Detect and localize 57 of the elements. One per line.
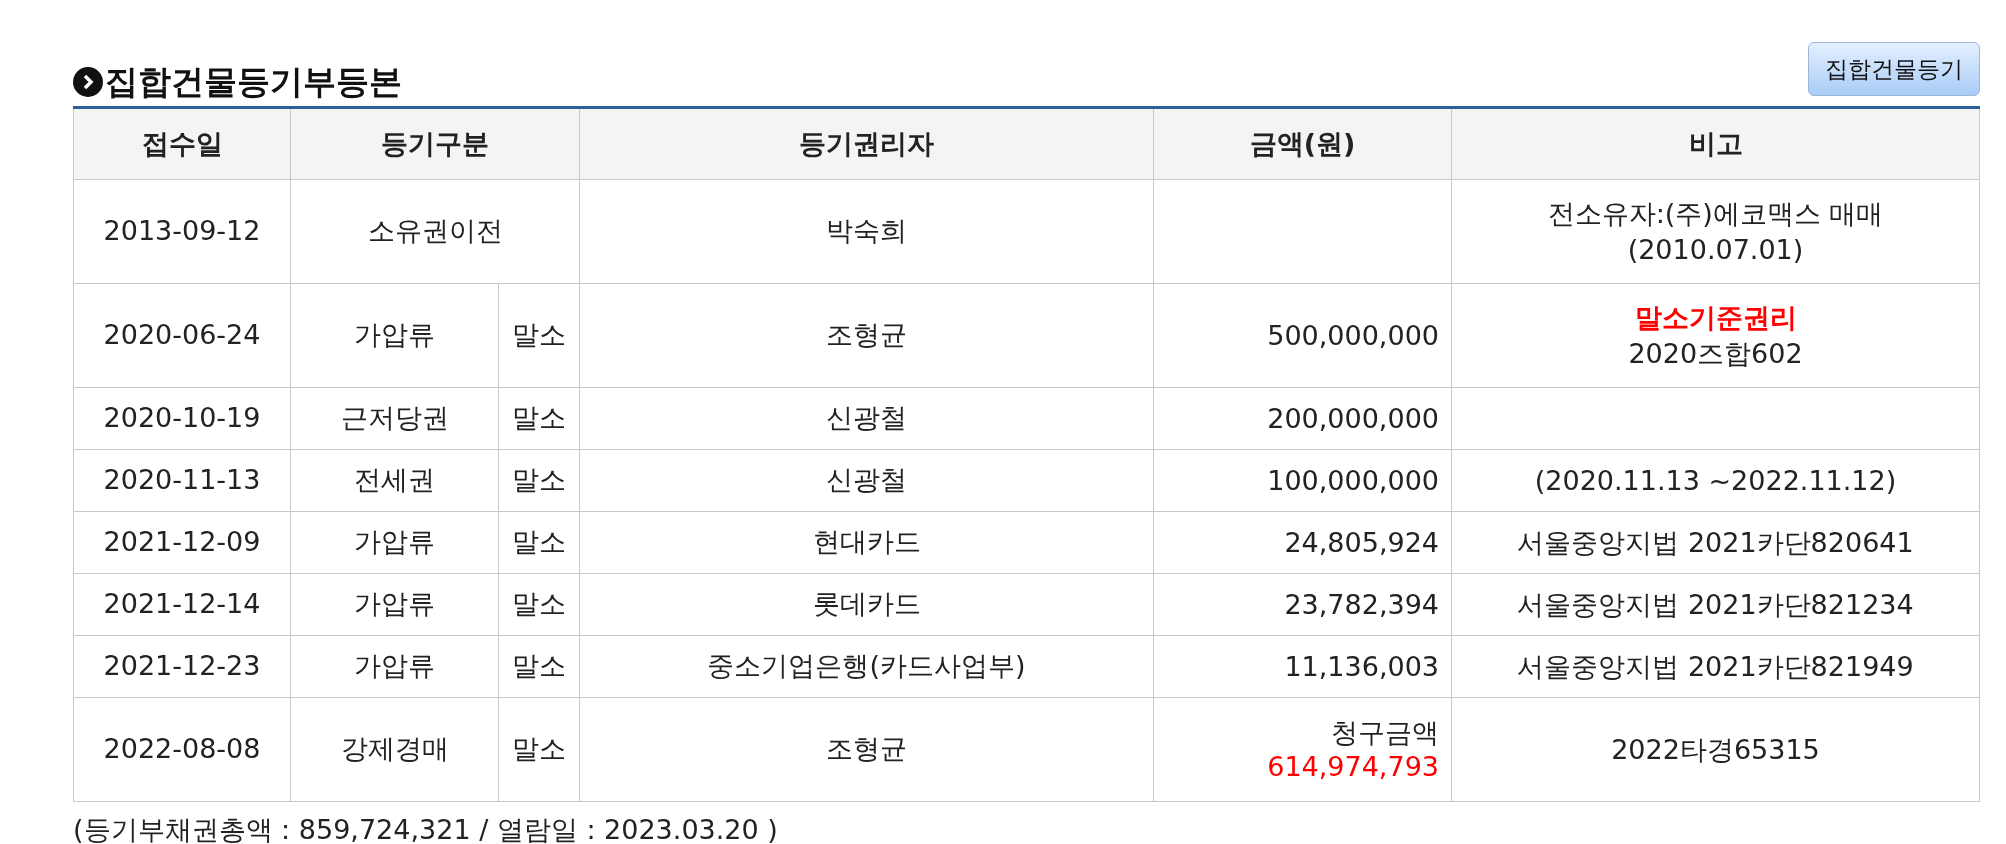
table-cell: 신광철	[579, 449, 1154, 512]
remark-text: 2022타경65315	[1610, 732, 1821, 767]
table-cell: 말소	[498, 449, 580, 512]
amount-value: 100,000,000	[1266, 463, 1439, 498]
table-cell: 2020-11-13	[73, 449, 291, 512]
table-cell: 말소	[498, 387, 580, 450]
table-cell: 2022-08-08	[73, 697, 291, 802]
remark-text: (2020.11.13 ~2022.11.12)	[1533, 463, 1898, 498]
table-cell: 2021-12-14	[73, 573, 291, 636]
table-cell: 조형균	[579, 283, 1154, 388]
amount-value: 614,974,793	[1266, 749, 1439, 784]
table-cell: 말소	[498, 573, 580, 636]
table-cell: 강제경매	[290, 697, 499, 802]
table-cell: 신광철	[579, 387, 1154, 450]
table-cell: 가압류	[290, 635, 499, 698]
column-header: 등기구분	[290, 107, 580, 180]
remark-text: 서울중앙지법 2021카단821949	[1516, 649, 1915, 684]
table-cell: 전세권	[290, 449, 499, 512]
table-cell: 현대카드	[579, 511, 1154, 574]
amount-label: 청구금액	[1330, 715, 1439, 750]
table-cell: 소유권이전	[290, 179, 580, 284]
table-cell: 말소	[498, 511, 580, 574]
remark-text: 2020즈합602	[1627, 336, 1804, 371]
table-cell: 2013-09-12	[73, 179, 291, 284]
table-cell: 2021-12-23	[73, 635, 291, 698]
chevron-circle-icon	[73, 66, 103, 97]
amount-value: 23,782,394	[1283, 587, 1439, 622]
remark-text: 서울중앙지법 2021카단821234	[1516, 587, 1915, 622]
table-cell: 박숙희	[579, 179, 1154, 284]
column-header: 비고	[1451, 107, 1980, 180]
amount-value: 500,000,000	[1266, 318, 1439, 353]
remark-text: 서울중앙지법 2021카단820641	[1516, 525, 1915, 560]
remark-text: 전소유자:(주)에코맥스 매매	[1546, 197, 1885, 232]
column-header: 금액(원)	[1153, 107, 1452, 180]
table-cell: 가압류	[290, 573, 499, 636]
amount-value: 24,805,924	[1283, 525, 1439, 560]
table-cell: 가압류	[290, 283, 499, 388]
table-cell: 중소기업은행(카드사업부)	[579, 635, 1154, 698]
table-cell: 가압류	[290, 511, 499, 574]
column-header: 접수일	[73, 107, 291, 180]
table-cell: 2020-10-19	[73, 387, 291, 450]
remark-text: (2010.07.01)	[1626, 232, 1805, 267]
table-cell: 말소	[498, 283, 580, 388]
column-header: 등기권리자	[579, 107, 1154, 180]
table-cell: 근저당권	[290, 387, 499, 450]
section-title: 집합건물등기부등본	[105, 65, 402, 98]
table-cell: 롯데카드	[579, 573, 1154, 636]
table-cell: 말소	[498, 635, 580, 698]
table-cell: 말소	[498, 697, 580, 802]
building-registry-button[interactable]: 집합건물등기	[1808, 42, 1980, 96]
table-cell: 조형균	[579, 697, 1154, 802]
remark-text: 말소기준권리	[1633, 301, 1798, 336]
table-cell: 2021-12-09	[73, 511, 291, 574]
table-cell: 2020-06-24	[73, 283, 291, 388]
amount-value: 11,136,003	[1283, 649, 1439, 684]
amount-value: 200,000,000	[1266, 401, 1439, 436]
footer-summary: (등기부채권총액 : 859,724,321 / 열람일 : 2023.03.20 )	[73, 813, 779, 844]
